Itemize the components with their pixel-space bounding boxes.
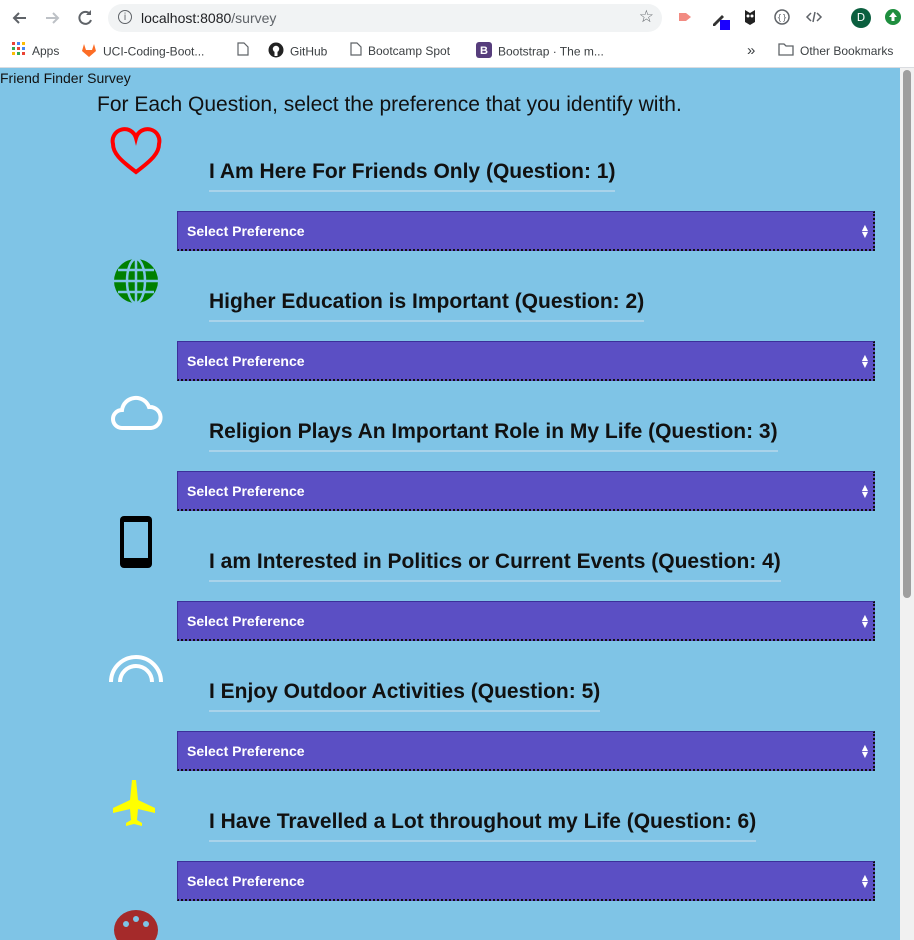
reload-icon[interactable] [75,8,95,28]
question-4-title: I am Interested in Politics or Current E… [209,550,781,582]
site-info-icon[interactable]: i [118,10,132,24]
extension-record-icon[interactable] [677,8,695,26]
scrollbar-thumb[interactable] [903,70,911,598]
question-2-title: Higher Education is Important (Question:… [209,290,645,322]
bookmark-uci-coding-bootcamp[interactable]: UCI-Coding-Boot... [81,42,204,60]
plane-icon [108,774,164,830]
bootstrap-icon: B [476,42,492,63]
mobile-phone-icon [108,514,164,570]
code-view-icon[interactable] [805,8,823,26]
svg-text:B: B [480,45,488,57]
address-bar[interactable]: i localhost:8080/survey ☆ [108,4,662,32]
bookmark-bootcamp-spot[interactable]: Bootcamp Spot [350,42,450,60]
bookmark-star-icon[interactable]: ☆ [639,7,654,27]
question-2-select[interactable]: Select Preference ▲ ▼ [177,341,875,381]
page-icon [237,42,249,61]
bookmark-apps[interactable]: Apps [12,42,59,60]
app-title: Friend Finder Survey [0,70,131,86]
apps-grid-icon [12,42,26,61]
svg-text:{}: {} [777,13,787,22]
extension-braces-icon[interactable]: {} [773,8,791,26]
select-arrows-icon: ▲ ▼ [861,483,868,499]
select-arrows-icon: ▲ ▼ [861,613,868,629]
question-6-select[interactable]: Select Preference ▲ ▼ [177,861,875,901]
page-heading: For Each Question, select the preference… [97,93,682,116]
question-5-select[interactable]: Select Preference ▲ ▼ [177,731,875,771]
update-icon[interactable] [884,8,902,26]
bookmarks-bar: Apps UCI-Coding-Boot... GitHub Bootcamp … [0,36,914,68]
folder-icon [778,42,794,61]
question-1-title: I Am Here For Friends Only (Question: 1) [209,160,616,192]
select-arrows-icon: ▲ ▼ [861,353,868,369]
cloud-icon [108,386,164,442]
back-arrow-icon[interactable] [10,8,30,28]
bookmark-untitled[interactable] [237,42,255,60]
question-3-select[interactable]: Select Preference ▲ ▼ [177,471,875,511]
question-6-title: I Have Travelled a Lot throughout my Lif… [209,810,757,842]
question-1-select[interactable]: Select Preference ▲ ▼ [177,211,875,251]
palette-icon [108,906,164,940]
question-4-select[interactable]: Select Preference ▲ ▼ [177,601,875,641]
heart-icon [108,126,164,182]
profile-avatar[interactable]: D [851,8,871,28]
bookmark-other-bookmarks[interactable]: Other Bookmarks [778,42,893,60]
globe-icon [108,254,164,310]
select-arrows-icon: ▲ ▼ [861,873,868,889]
github-icon [268,42,284,63]
page-icon [350,42,362,61]
select-arrows-icon: ▲ ▼ [861,743,868,759]
browser-toolbar: i localhost:8080/survey ☆ {} D [0,0,914,36]
rainbow-icon [108,650,164,706]
url-text: localhost:8080/survey [141,10,277,26]
survey-page: Friend Finder Survey For Each Question, … [0,68,914,940]
page-scrollbar[interactable] [900,68,914,940]
bookmark-github[interactable]: GitHub [268,42,327,60]
question-5-title: I Enjoy Outdoor Activities (Question: 5) [209,680,601,712]
select-arrows-icon: ▲ ▼ [861,223,868,239]
gitlab-icon [81,42,97,63]
bookmarks-overflow-button[interactable]: » [747,42,755,60]
owl-extension-icon[interactable] [741,8,759,26]
question-3-title: Religion Plays An Important Role in My L… [209,420,778,452]
bookmark-bootstrap[interactable]: B Bootstrap · The m... [476,42,604,60]
forward-arrow-icon[interactable] [42,8,62,28]
color-picker-icon[interactable] [710,8,730,30]
